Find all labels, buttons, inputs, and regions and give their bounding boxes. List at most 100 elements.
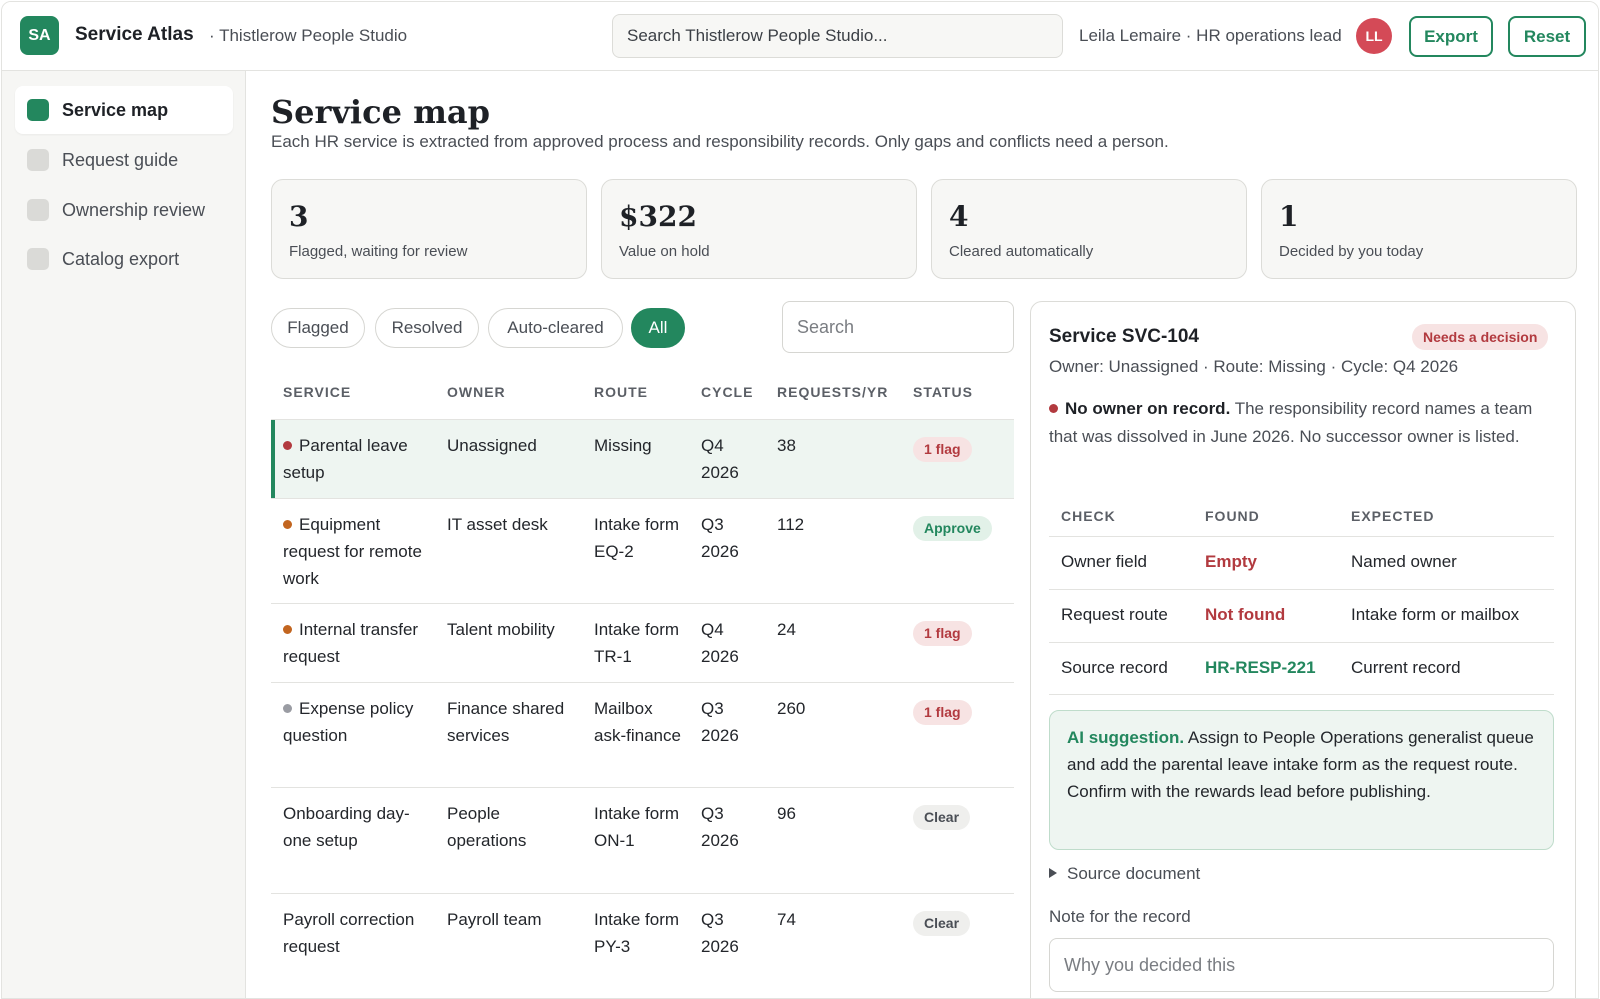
export-button[interactable]: Export	[1409, 16, 1493, 57]
route-cell: Intake form EQ-2	[594, 515, 680, 561]
global-search-input[interactable]	[612, 14, 1063, 58]
note-input[interactable]	[1049, 938, 1554, 992]
status-cell: Clear	[913, 803, 971, 830]
cycle-cell: Q3 2026	[701, 515, 739, 561]
service-name: Onboarding day-one setup	[283, 804, 410, 850]
sidebar-item-service-map[interactable]: Service map	[15, 86, 233, 134]
column-header-requests[interactable]: REQUESTS/YR	[777, 384, 888, 400]
page-subtitle: Each HR service is extracted from approv…	[271, 132, 1169, 151]
cycle-cell: Q4 2026	[701, 436, 739, 482]
check-found: Empty	[1205, 552, 1257, 571]
sidebar: Service map Request guide Ownership revi…	[2, 71, 246, 998]
square-icon	[27, 199, 49, 221]
service-cell: Parental leave setup	[283, 432, 433, 486]
filter-chip-all[interactable]: All	[631, 308, 685, 348]
status-badge: 1 flag	[913, 700, 972, 725]
owner-cell: Talent mobility	[447, 620, 555, 639]
cycle-cell: Q4 2026	[701, 620, 739, 666]
detail-panel: Service SVC-104 Needs a decision Owner: …	[1030, 301, 1576, 998]
issue-title: No owner on record.	[1065, 399, 1231, 418]
table-row[interactable]: Equipment request for remote work IT ass…	[271, 498, 1014, 603]
stat-caption: Value on hold	[619, 243, 710, 260]
status-badge: 1 flag	[913, 621, 972, 646]
owner-cell: People operations	[447, 804, 527, 850]
page-title: Service map	[271, 93, 491, 131]
service-cell: Equipment request for remote work	[283, 511, 433, 592]
column-header-owner[interactable]: OWNER	[447, 384, 506, 400]
column-header-status[interactable]: STATUS	[913, 384, 973, 400]
filter-chip-resolved[interactable]: Resolved	[375, 308, 479, 348]
column-header-service[interactable]: SERVICE	[283, 384, 351, 400]
issue-description: No owner on record. The responsibility r…	[1049, 395, 1554, 451]
status-dot-icon	[283, 441, 292, 450]
filter-chip-flagged[interactable]: Flagged	[271, 308, 365, 348]
owner-cell: IT asset desk	[447, 515, 548, 534]
source-document-toggle[interactable]: Source document	[1049, 864, 1200, 884]
column-header-cycle[interactable]: CYCLE	[701, 384, 753, 400]
sidebar-item-label: Request guide	[62, 150, 179, 170]
app-logo: SA	[20, 16, 59, 55]
stat-card-flagged: 3 Flagged, waiting for review	[271, 179, 587, 279]
check-name: Owner field	[1061, 552, 1147, 571]
status-cell: 1 flag	[913, 698, 972, 725]
table-row[interactable]: Payroll correction request Payroll team …	[271, 893, 1014, 998]
stat-card-cleared: 4 Cleared automatically	[931, 179, 1247, 279]
square-icon	[27, 149, 49, 171]
cycle-cell: Q3 2026	[701, 910, 739, 956]
column-header-check: CHECK	[1061, 508, 1116, 524]
cycle-cell: Q3 2026	[701, 804, 739, 850]
reset-button[interactable]: Reset	[1508, 16, 1586, 57]
table-search-input[interactable]	[782, 301, 1014, 353]
requests-cell: 112	[777, 515, 805, 534]
requests-cell: 24	[777, 620, 796, 639]
ai-suggestion-label: AI suggestion.	[1067, 728, 1185, 747]
route-cell: Mailbox ask-finance	[594, 699, 681, 745]
service-name: Expense policy question	[283, 699, 414, 745]
square-icon	[27, 248, 49, 270]
top-bar: SA Service Atlas · Thistlerow People Stu…	[2, 2, 1598, 71]
table-row[interactable]: Onboarding day-one setup People operatio…	[271, 787, 1014, 893]
user-name: Leila Lemaire · HR operations lead	[1079, 26, 1342, 45]
note-label: Note for the record	[1049, 907, 1191, 926]
sidebar-item-catalog-export[interactable]: Catalog export	[15, 235, 233, 283]
check-expected: Current record	[1351, 658, 1461, 677]
column-header-route[interactable]: ROUTE	[594, 384, 648, 400]
service-name: Equipment request for remote work	[283, 515, 422, 588]
check-found[interactable]: HR-RESP-221	[1205, 658, 1316, 678]
detail-title: Service SVC-104	[1049, 326, 1199, 347]
stat-card-decided: 1 Decided by you today	[1261, 179, 1577, 279]
stat-value: 1	[1279, 200, 1299, 233]
main-content: Service map Each HR service is extracted…	[246, 71, 1598, 998]
status-badge: Clear	[913, 805, 971, 830]
check-row: Source record HR-RESP-221 Current record	[1049, 642, 1554, 695]
app-window: SA Service Atlas · Thistlerow People Stu…	[1, 1, 1599, 999]
stat-card-value-on-hold: $322 Value on hold	[601, 179, 917, 279]
route-cell: Intake form TR-1	[594, 620, 680, 666]
sidebar-item-label: Catalog export	[62, 249, 180, 269]
table-row[interactable]: Internal transfer request Talent mobilit…	[271, 603, 1014, 682]
status-cell: 1 flag	[913, 619, 972, 646]
status-dot-icon	[283, 704, 292, 713]
column-header-expected: EXPECTED	[1351, 508, 1435, 524]
sidebar-item-ownership-review[interactable]: Ownership review	[15, 186, 233, 234]
status-cell: Approve	[913, 514, 992, 541]
requests-cell: 74	[777, 910, 796, 929]
sidebar-item-request-guide[interactable]: Request guide	[15, 136, 233, 184]
workspace-name: · Thistlerow People Studio	[209, 26, 408, 45]
check-expected: Named owner	[1351, 552, 1457, 571]
filter-chip-auto-cleared[interactable]: Auto-cleared	[488, 308, 623, 348]
square-icon	[27, 99, 49, 121]
stat-value: $322	[619, 200, 697, 233]
requests-cell: 96	[777, 804, 796, 823]
service-name: Payroll correction request	[283, 910, 415, 956]
status-badge: 1 flag	[913, 437, 972, 462]
stat-caption: Decided by you today	[1279, 243, 1424, 260]
service-cell: Expense policy question	[283, 695, 433, 749]
table-row[interactable]: Expense policy question Finance shared s…	[271, 682, 1014, 787]
avatar[interactable]: LL	[1356, 18, 1392, 54]
table-row[interactable]: Parental leave setup Unassigned Missing …	[271, 419, 1014, 498]
caret-right-icon	[1049, 868, 1057, 878]
route-cell: Intake form PY-3	[594, 910, 680, 956]
check-row: Request route Not found Intake form or m…	[1049, 589, 1554, 642]
owner-cell: Payroll team	[447, 910, 542, 929]
